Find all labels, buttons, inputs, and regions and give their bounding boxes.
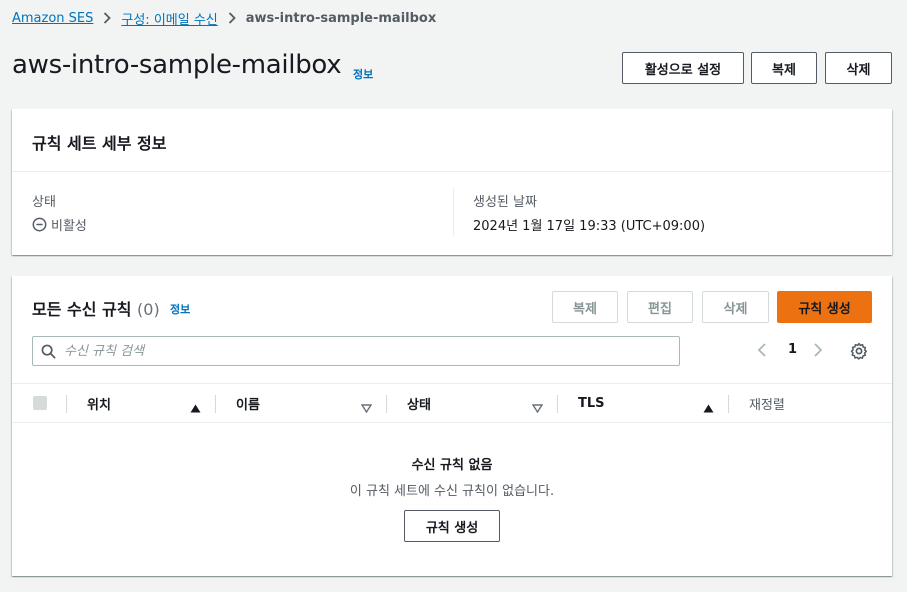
column-divider bbox=[557, 395, 558, 413]
column-divider bbox=[728, 395, 729, 413]
status-value: 비활성 bbox=[32, 215, 87, 234]
duplicate-button[interactable]: 복제 bbox=[751, 52, 817, 84]
column-header-position[interactable]: 위치 bbox=[87, 384, 111, 422]
status-label: 상태 bbox=[32, 195, 56, 210]
rule-duplicate-button[interactable]: 복제 bbox=[552, 291, 618, 323]
created-value: 2024년 1월 17일 19:33 (UTC+09:00) bbox=[473, 219, 706, 234]
rules-info-link[interactable]: 정보 bbox=[170, 301, 190, 317]
breadcrumb-link-receiving[interactable]: 구성: 이메일 수신 bbox=[121, 9, 217, 28]
previous-page-icon[interactable] bbox=[757, 342, 767, 358]
sort-descending-icon[interactable] bbox=[360, 398, 373, 417]
column-header-reorder: 재정렬 bbox=[749, 397, 785, 413]
breadcrumb-current: aws-intro-sample-mailbox bbox=[245, 10, 437, 26]
rule-edit-button[interactable]: 편집 bbox=[627, 291, 693, 323]
status-inactive-icon bbox=[32, 217, 47, 232]
search-input[interactable] bbox=[64, 343, 624, 359]
rules-count: (0) bbox=[137, 300, 160, 319]
select-all-checkbox[interactable] bbox=[33, 396, 47, 410]
created-label: 생성된 날짜 bbox=[473, 195, 537, 210]
receipt-rules-panel: 모든 수신 규칙 (0) 정보 복제 편집 삭제 규칙 생성 1 위치 이름 bbox=[12, 276, 892, 576]
search-icon bbox=[41, 344, 56, 359]
set-active-button[interactable]: 활성으로 설정 bbox=[622, 52, 744, 84]
chevron-right-icon bbox=[228, 12, 236, 24]
info-link[interactable]: 정보 bbox=[353, 66, 373, 82]
sort-descending-icon[interactable] bbox=[531, 398, 544, 417]
sort-ascending-icon[interactable] bbox=[190, 398, 201, 417]
column-header-tls[interactable]: TLS bbox=[578, 384, 605, 422]
status-text: 비활성 bbox=[51, 219, 87, 234]
column-header-status[interactable]: 상태 bbox=[407, 384, 431, 422]
sort-ascending-icon[interactable] bbox=[703, 398, 714, 417]
next-page-icon[interactable] bbox=[813, 342, 823, 358]
rule-set-details-panel: 규칙 세트 세부 정보 상태 비활성 생성된 날짜 2024년 1월 17일 1… bbox=[12, 109, 892, 255]
create-rule-button[interactable]: 규칙 생성 bbox=[777, 291, 872, 323]
column-divider bbox=[215, 395, 216, 413]
search-box bbox=[32, 336, 680, 366]
delete-button[interactable]: 삭제 bbox=[825, 52, 892, 84]
rules-title: 모든 수신 규칙 (0) bbox=[32, 296, 160, 320]
divider bbox=[453, 188, 454, 236]
page-number[interactable]: 1 bbox=[788, 342, 797, 357]
rule-delete-button[interactable]: 삭제 bbox=[702, 291, 769, 323]
breadcrumb-link-ses[interactable]: Amazon SES bbox=[12, 11, 93, 26]
column-header-name[interactable]: 이름 bbox=[236, 384, 260, 422]
table-header: 위치 이름 상태 TLS 재정렬 bbox=[12, 383, 892, 423]
column-divider bbox=[386, 395, 387, 413]
page-title: aws-intro-sample-mailbox bbox=[12, 50, 342, 80]
empty-state-description: 이 규칙 세트에 수신 규칙이 없습니다. bbox=[349, 484, 555, 499]
gear-icon[interactable] bbox=[850, 342, 868, 360]
column-divider bbox=[66, 395, 67, 413]
chevron-right-icon bbox=[103, 12, 112, 24]
rules-title-text: 모든 수신 규칙 bbox=[32, 300, 132, 319]
panel-title: 규칙 세트 세부 정보 bbox=[32, 134, 167, 153]
breadcrumb: Amazon SES 구성: 이메일 수신 aws-intro-sample-m… bbox=[12, 8, 436, 28]
empty-state-title: 수신 규칙 없음 bbox=[411, 458, 493, 473]
empty-create-rule-button[interactable]: 규칙 생성 bbox=[404, 510, 500, 542]
